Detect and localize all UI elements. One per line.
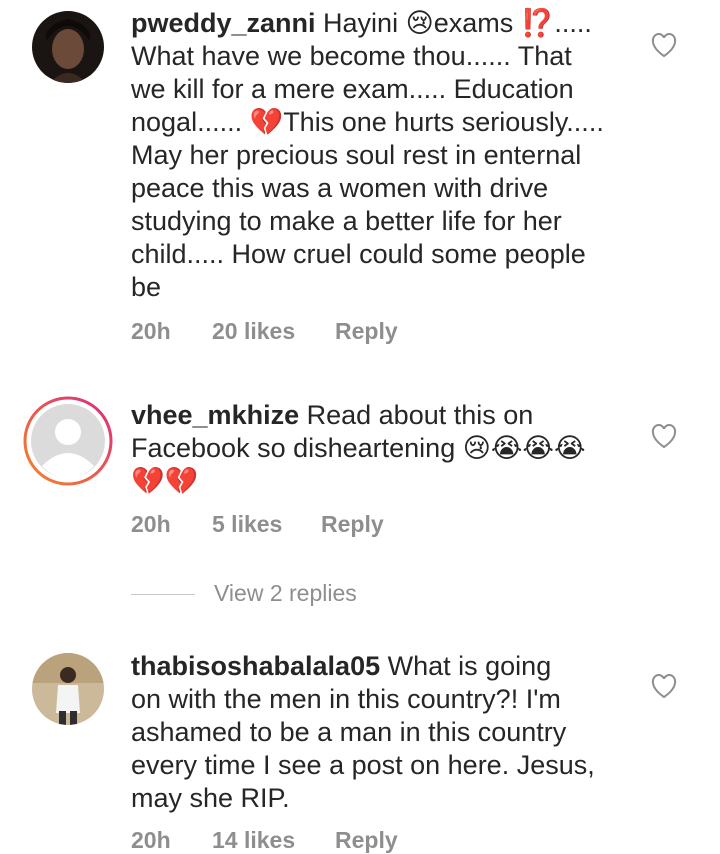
- comment-line: Facebook so disheartening 😢😭😭😭: [131, 433, 586, 463]
- comment-text: thabisoshabalala05 What is going on with…: [131, 650, 631, 815]
- comment-line: What is going: [387, 651, 552, 681]
- timestamp: 20h: [131, 318, 171, 344]
- comment-line: ashamed to be a man in this country: [131, 717, 567, 747]
- comment-line: every time I see a post on here. Jesus,: [131, 750, 595, 780]
- likes-count[interactable]: 20 likes: [212, 318, 295, 345]
- avatar[interactable]: [32, 11, 104, 83]
- likes-count[interactable]: 14 likes: [212, 827, 295, 854]
- comment-line: May her precious soul rest in enternal: [131, 140, 582, 170]
- comment-line: may she RIP.: [131, 783, 290, 813]
- username[interactable]: vhee_mkhize: [131, 400, 299, 430]
- like-heart-icon[interactable]: [650, 673, 678, 699]
- timestamp: 20h: [131, 827, 171, 853]
- comment-line: peace this was a women with drive: [131, 173, 549, 203]
- comment-line: we kill for a mere exam..... Education: [131, 74, 574, 104]
- avatar[interactable]: [23, 396, 113, 486]
- comment-line: Hayini 😢exams ⁉️.....: [323, 8, 592, 38]
- comment-line: What have we become thou...... That: [131, 41, 572, 71]
- view-replies-label[interactable]: View 2 replies: [214, 580, 357, 607]
- reply-button[interactable]: Reply: [335, 318, 398, 345]
- reply-button[interactable]: Reply: [321, 511, 384, 538]
- likes-count[interactable]: 5 likes: [212, 511, 282, 538]
- comment-line: on with the men in this country?! I'm: [131, 684, 561, 714]
- like-heart-icon[interactable]: [650, 32, 678, 58]
- comment-line: nogal...... 💔This one hurts seriously...…: [131, 107, 604, 137]
- comment-text: vhee_mkhize Read about this on Facebook …: [131, 399, 631, 498]
- comment-line: 💔💔: [131, 466, 199, 496]
- timestamp: 20h: [131, 511, 171, 537]
- comment-line: child..... How cruel could some people: [131, 239, 586, 269]
- username[interactable]: pweddy_zanni: [131, 8, 316, 38]
- view-replies-button[interactable]: View 2 replies: [131, 578, 431, 612]
- replies-divider: [131, 594, 195, 595]
- avatar[interactable]: [32, 653, 104, 725]
- comment-line: Read about this on: [306, 400, 534, 430]
- username[interactable]: thabisoshabalala05: [131, 651, 380, 681]
- comment-line: be: [131, 272, 162, 302]
- comment-text: pweddy_zanni Hayini 😢exams ⁉️..... What …: [131, 7, 631, 304]
- like-heart-icon[interactable]: [650, 423, 678, 449]
- reply-button[interactable]: Reply: [335, 827, 398, 854]
- comment-line: studying to make a better life for her: [131, 206, 562, 236]
